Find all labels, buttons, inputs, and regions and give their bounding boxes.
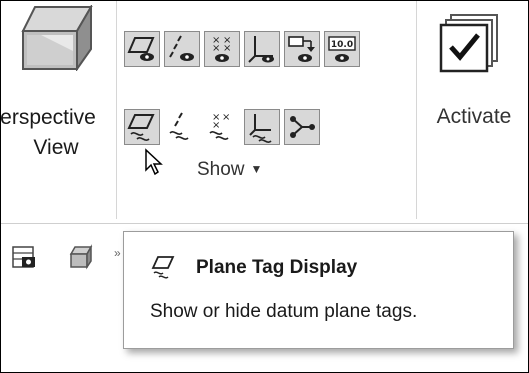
axis-display-icon bbox=[169, 35, 194, 61]
axis-tag-display-button[interactable] bbox=[164, 109, 200, 145]
axis-tag-display-icon bbox=[169, 112, 189, 140]
axis-display-button[interactable] bbox=[164, 31, 200, 67]
tooltip-description: Show or hide datum plane tags. bbox=[150, 301, 418, 322]
svg-text:×: × bbox=[223, 43, 231, 54]
save-view-icon[interactable] bbox=[11, 244, 37, 270]
points-display-button[interactable]: × × × × bbox=[204, 31, 240, 67]
annotations-display-icon bbox=[288, 36, 315, 62]
perspective-view-label-line2: View bbox=[33, 136, 79, 159]
plane-display-button[interactable] bbox=[124, 31, 160, 67]
plane-tag-display-icon bbox=[127, 114, 155, 141]
dimension-badge-text: 10.0 bbox=[331, 40, 353, 50]
dimensions-display-button[interactable]: 10.0 bbox=[324, 31, 360, 67]
mouse-pointer-icon bbox=[145, 148, 163, 176]
caret-down-icon: ▼ bbox=[250, 162, 263, 176]
app-window: Perspective View × × bbox=[0, 0, 529, 373]
ribbon-separator bbox=[116, 1, 117, 219]
points-display-icon: × × × × bbox=[212, 35, 231, 62]
ribbon-separator bbox=[416, 1, 417, 219]
dimensions-display-icon: 10.0 bbox=[328, 36, 356, 62]
point-tag-display-icon: × × × bbox=[209, 112, 230, 140]
csys-tag-display-button[interactable] bbox=[244, 109, 280, 145]
svg-text:×: × bbox=[212, 120, 220, 131]
show-group-dropdown[interactable]: Show ▼ bbox=[197, 156, 337, 183]
plane-tag-display-icon bbox=[151, 256, 175, 279]
perspective-view-label: Perspective View bbox=[1, 103, 111, 163]
perspective-cube-icon bbox=[21, 5, 93, 71]
coordinate-systems-display-button[interactable] bbox=[244, 31, 280, 67]
csys-tag-display-icon bbox=[249, 114, 272, 143]
plane-display-icon bbox=[127, 37, 155, 61]
view-cube-icon[interactable] bbox=[67, 244, 93, 270]
plane-tag-display-button[interactable] bbox=[124, 109, 160, 145]
annotations-display-button[interactable] bbox=[284, 31, 320, 67]
spin-center-display-icon bbox=[290, 116, 315, 138]
toolbar-overflow-icon[interactable]: » bbox=[114, 246, 121, 260]
svg-text:×: × bbox=[212, 43, 220, 54]
svg-text:×: × bbox=[222, 112, 230, 123]
tooltip: Plane Tag Display Show or hide datum pla… bbox=[123, 231, 514, 349]
activate-label: Activate bbox=[436, 105, 512, 128]
perspective-view-label-line1: Perspective bbox=[1, 106, 96, 129]
show-group-label: Show bbox=[197, 159, 245, 180]
coordinate-systems-display-icon bbox=[248, 36, 274, 63]
ribbon: Perspective View × × bbox=[1, 1, 528, 224]
activate-checkbox-icon bbox=[439, 14, 498, 73]
spin-center-display-button[interactable] bbox=[284, 109, 320, 145]
point-tag-display-button[interactable]: × × × bbox=[204, 109, 240, 145]
tooltip-title: Plane Tag Display bbox=[196, 257, 358, 278]
